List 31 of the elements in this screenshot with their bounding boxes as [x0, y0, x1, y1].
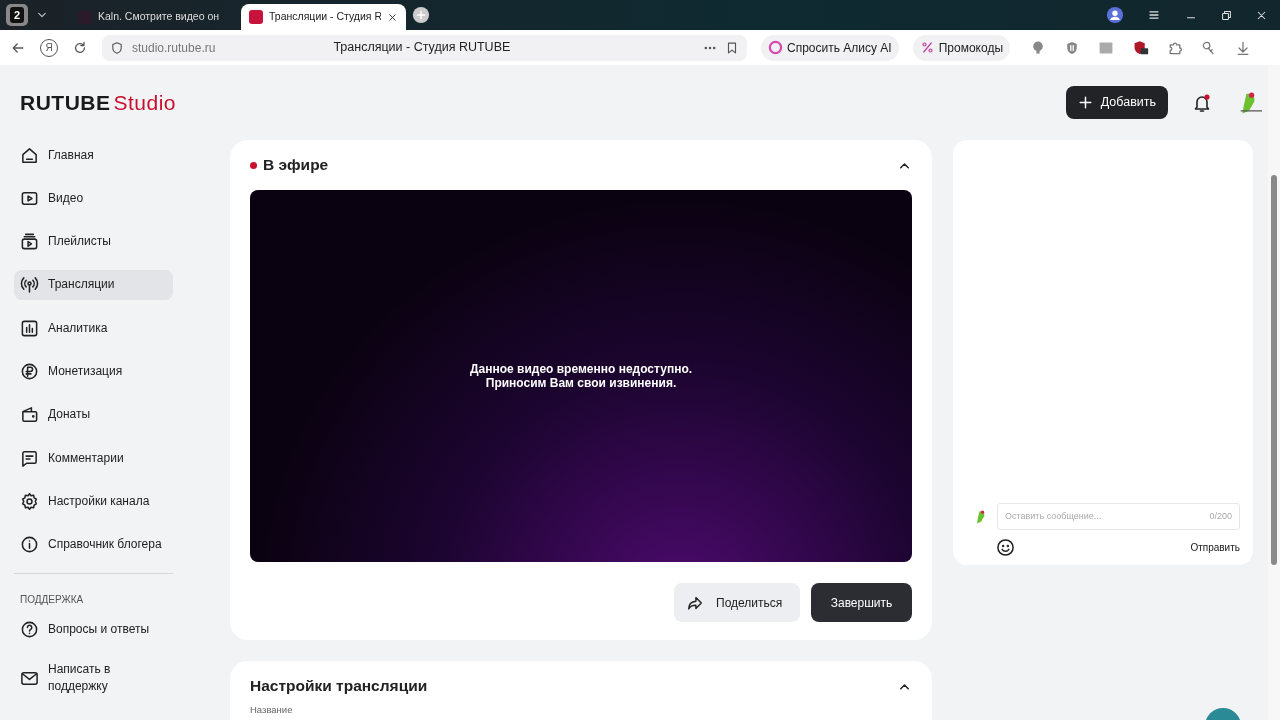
send-link[interactable]: Отправить	[1190, 540, 1240, 555]
toolbar-pill-button[interactable]: Промокоды	[912, 34, 1010, 61]
sidebar-item[interactable]: Справочник блогера	[14, 529, 173, 560]
sidebar-item[interactable]: Донаты	[14, 399, 173, 430]
browser-tab[interactable]: Kaln. Смотрите видео он	[70, 4, 235, 30]
sidebar-item[interactable]: Аналитика	[14, 313, 173, 344]
browser-tab[interactable]: Трансляции - Студия R	[241, 4, 406, 30]
add-button[interactable]: Добавить	[1065, 86, 1168, 119]
field-label: Название	[250, 703, 294, 717]
address-bar[interactable]: studio.rutube.ru Трансляции - Студия RUTUBE	[102, 34, 747, 61]
toolbar-pill-button[interactable]: Спросить Алису AI	[761, 34, 899, 61]
video-message: Данное видео временно недоступно. Приносим Вам свои извинения.	[469, 362, 693, 390]
sidebar-item[interactable]: Комментарии	[14, 443, 173, 474]
sidebar-item[interactable]: Монетизация	[14, 356, 173, 387]
share-button[interactable]: Поделиться	[674, 583, 800, 622]
page-title: Трансляции - Студия RUTUBE	[333, 39, 511, 57]
sidebar-item[interactable]: Трансляции	[14, 269, 173, 300]
sidebar-item[interactable]: Настройки канала	[14, 486, 173, 517]
tab-counter[interactable]: 2	[6, 4, 28, 26]
url-text: studio.rutube.ru	[132, 39, 216, 57]
sidebar-item[interactable]: Плейлисты	[14, 226, 173, 257]
panel-title: Настройки трансляции	[250, 676, 428, 697]
finish-button[interactable]: Завершить	[811, 583, 912, 622]
logo[interactable]: RUTUBEStudio	[20, 86, 177, 119]
sidebar-item[interactable]: Главная	[14, 140, 173, 170]
sidebar-item[interactable]: Вопросы и ответы	[14, 614, 173, 645]
sidebar-item[interactable]: Видео	[14, 183, 173, 214]
sidebar-item[interactable]: Написать в поддержку	[14, 658, 173, 699]
section-heading: ПОДДЕРЖКА	[19, 592, 85, 607]
char-counter: 0/200	[1209, 509, 1232, 523]
panel-title: В эфире	[263, 155, 329, 176]
